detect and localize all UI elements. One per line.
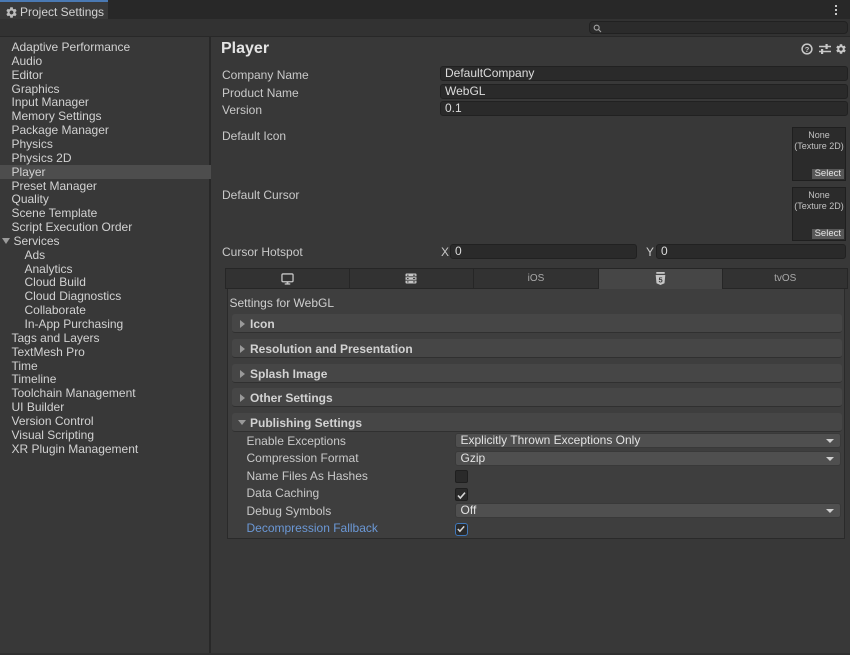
svg-text:?: ? xyxy=(805,45,810,54)
svg-text:5: 5 xyxy=(659,276,663,285)
